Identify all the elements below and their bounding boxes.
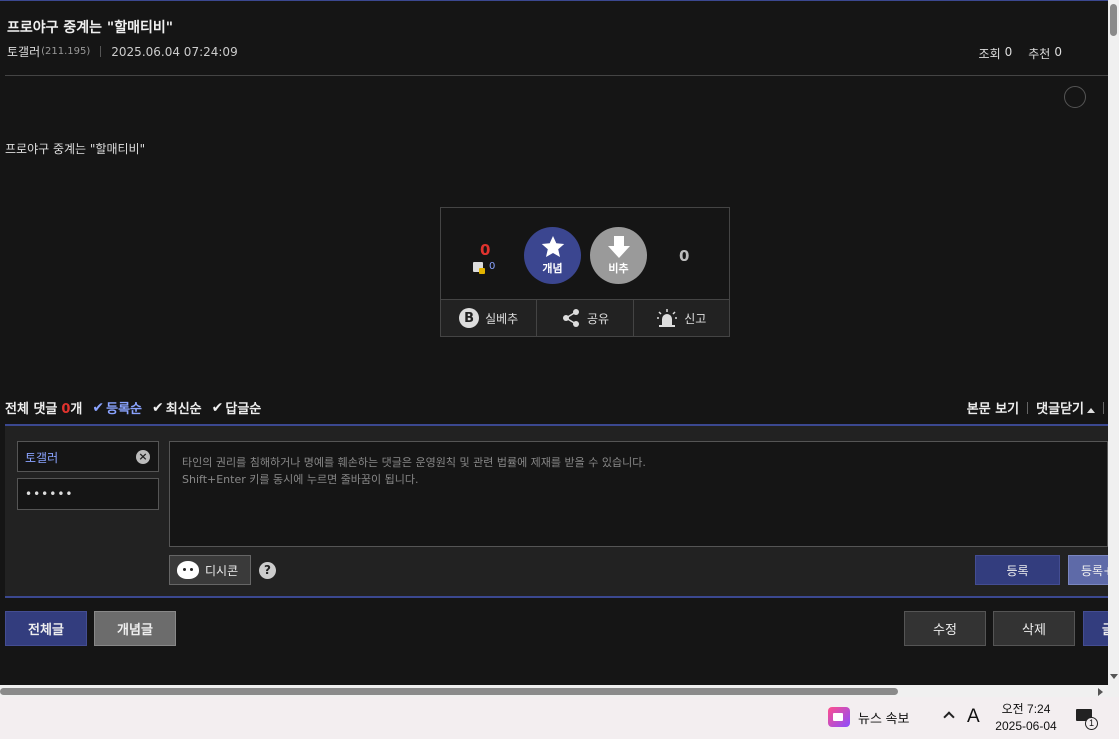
sort-latest[interactable]: ✔ 최신순 bbox=[152, 398, 202, 418]
write-button[interactable]: 글 bbox=[1083, 611, 1108, 646]
post-title: 프로야구 중계는 "할매티비" bbox=[7, 20, 174, 36]
meta-separator bbox=[100, 46, 102, 57]
header-separator bbox=[1103, 401, 1104, 414]
post-body: 프로야구 중계는 "할매티비" bbox=[5, 142, 146, 156]
header-separator bbox=[1027, 401, 1029, 414]
close-comments-link[interactable]: 댓글닫기 bbox=[1036, 398, 1095, 417]
comment-textarea[interactable]: 타인의 권리를 침해하거나 명예를 훼손하는 댓글은 운영원칙 및 관련 법률에… bbox=[169, 441, 1108, 547]
password-input[interactable]: •••••• bbox=[17, 478, 159, 510]
check-icon: ✔ bbox=[211, 399, 224, 416]
name-value: 토갤러 bbox=[25, 451, 59, 465]
news-widget[interactable]: 뉴스 속보 bbox=[828, 707, 909, 727]
sort-registered[interactable]: ✔ 등록순 bbox=[92, 398, 143, 418]
close-comments-label: 댓글닫기 bbox=[1036, 402, 1084, 417]
edit-button[interactable]: 수정 bbox=[904, 611, 986, 646]
dccon-label: 디시콘 bbox=[205, 563, 239, 578]
comment-form: 토갤러 × •••••• 타인의 권리를 침해하거나 명예를 훼손하는 댓글은 … bbox=[5, 424, 1108, 598]
clock-time: 오전 7:24 bbox=[1001, 702, 1051, 716]
views-label: 조회 bbox=[978, 47, 1001, 61]
taskbar: 뉴스 속보 A 오전 7:24 2025-06-04 1 bbox=[0, 697, 1119, 739]
best-recommend-button[interactable]: B 실베추 bbox=[441, 300, 538, 336]
vertical-scroll-thumb[interactable] bbox=[1110, 4, 1117, 36]
views-count: 0 bbox=[1004, 45, 1013, 59]
scroll-right-icon[interactable] bbox=[1098, 688, 1103, 696]
fixed-upvote-count: 0 bbox=[473, 261, 496, 274]
author-name[interactable]: 토갤러 bbox=[7, 43, 40, 60]
clear-icon[interactable]: × bbox=[136, 450, 150, 464]
tray-chevron-up-icon[interactable] bbox=[943, 711, 955, 723]
comment-total-label: 전체 댓글 bbox=[5, 402, 58, 417]
upvote-count: 0 bbox=[480, 241, 491, 259]
sort-replies-label: 답글순 bbox=[225, 402, 262, 417]
view-body-link[interactable]: 본문 보기 bbox=[967, 398, 1019, 417]
news-icon bbox=[828, 707, 850, 727]
star-icon bbox=[541, 236, 564, 257]
post-page: 프로야구 중계는 "할매티비" 토갤러 (211.195) 2025.06.04… bbox=[0, 0, 1108, 685]
recommend-label: 추천 bbox=[1028, 47, 1051, 61]
comment-header-left: 전체 댓글 0개 ✔ 등록순 ✔ 최신순 ✔ 답글순 bbox=[5, 398, 262, 418]
title-divider bbox=[5, 75, 1108, 76]
check-icon: ✔ bbox=[152, 399, 164, 416]
comment-count: 0개 bbox=[61, 398, 82, 417]
downvote-button[interactable]: 비추 bbox=[590, 227, 647, 284]
comment-circle-icon[interactable] bbox=[1064, 86, 1086, 108]
best-posts-button[interactable]: 개념글 bbox=[94, 611, 176, 646]
sort-registered-label: 등록순 bbox=[106, 402, 143, 417]
post-stats: 조회 0 추천 0 bbox=[978, 45, 1086, 108]
upvote-button[interactable]: 개념 bbox=[524, 227, 581, 284]
vertical-scrollbar[interactable] bbox=[1108, 0, 1119, 685]
sort-replies[interactable]: ✔ 답글순 bbox=[211, 398, 262, 418]
post-date: 2025.06.04 07:24:09 bbox=[111, 44, 238, 59]
register-button[interactable]: 등록 bbox=[975, 555, 1060, 585]
post-meta: 토갤러 (211.195) 2025.06.04 07:24:09 bbox=[7, 43, 238, 60]
upvote-label: 개념 bbox=[542, 262, 563, 275]
share-button[interactable]: 공유 bbox=[537, 300, 634, 336]
ime-indicator[interactable]: A bbox=[967, 706, 980, 728]
vote-box: 0 0 개념 비추 0 B 실베추 공유 신고 bbox=[440, 207, 730, 337]
dccon-button[interactable]: 디시콘 bbox=[169, 555, 251, 585]
notification-icon[interactable]: 1 bbox=[1076, 709, 1098, 730]
downvote-label: 비추 bbox=[608, 262, 629, 275]
check-icon: ✔ bbox=[92, 399, 105, 416]
clock-date: 2025-06-04 bbox=[995, 719, 1057, 733]
horizontal-scroll-thumb[interactable] bbox=[0, 688, 898, 695]
best-b-icon: B bbox=[459, 308, 480, 328]
horizontal-scrollbar[interactable] bbox=[0, 685, 1119, 697]
top-border bbox=[0, 0, 1108, 1]
notification-badge: 1 bbox=[1085, 717, 1098, 730]
report-label: 신고 bbox=[684, 311, 707, 326]
help-icon[interactable]: ? bbox=[259, 562, 276, 579]
comment-count-unit: 개 bbox=[70, 402, 83, 417]
author-ip: (211.195) bbox=[41, 46, 91, 57]
sort-latest-label: 최신순 bbox=[165, 402, 202, 417]
dccon-face-icon bbox=[177, 561, 199, 579]
news-label: 뉴스 속보 bbox=[858, 710, 910, 726]
comment-header-right: 본문 보기 댓글닫기 bbox=[967, 398, 1104, 417]
name-input[interactable]: 토갤러 × bbox=[17, 441, 159, 472]
arrow-down-icon bbox=[607, 236, 630, 258]
report-button[interactable]: 신고 bbox=[634, 300, 729, 336]
delete-button[interactable]: 삭제 bbox=[993, 611, 1075, 646]
comment-header: 전체 댓글 0개 ✔ 등록순 ✔ 최신순 ✔ 답글순 본문 보기 댓글닫기 bbox=[5, 398, 1108, 418]
vote-actions: B 실베추 공유 신고 bbox=[441, 299, 729, 336]
all-posts-button[interactable]: 전체글 bbox=[5, 611, 87, 646]
recommend-count: 0 bbox=[1054, 45, 1062, 59]
scroll-down-icon[interactable] bbox=[1110, 674, 1118, 679]
vote-top: 0 0 개념 비추 0 bbox=[441, 208, 729, 299]
memo-placeholder-line1: 타인의 권리를 침해하거나 명예를 훼손하는 댓글은 운영원칙 및 관련 법률에… bbox=[182, 456, 646, 469]
share-label: 공유 bbox=[586, 311, 610, 326]
register-plus-button[interactable]: 등록+ bbox=[1068, 555, 1108, 585]
best-recommend-label: 실베추 bbox=[485, 311, 519, 326]
fixed-upvote-value: 0 bbox=[489, 261, 496, 272]
siren-icon bbox=[657, 309, 678, 327]
share-icon bbox=[562, 309, 579, 327]
downvote-count: 0 bbox=[679, 247, 690, 265]
clock[interactable]: 오전 7:24 2025-06-04 bbox=[990, 701, 1062, 735]
fixed-nick-icon bbox=[473, 261, 485, 274]
caret-up-icon bbox=[1087, 408, 1095, 413]
memo-placeholder-line2: Shift+Enter 키를 동시에 누르면 줄바꿈이 됩니다. bbox=[182, 473, 419, 486]
